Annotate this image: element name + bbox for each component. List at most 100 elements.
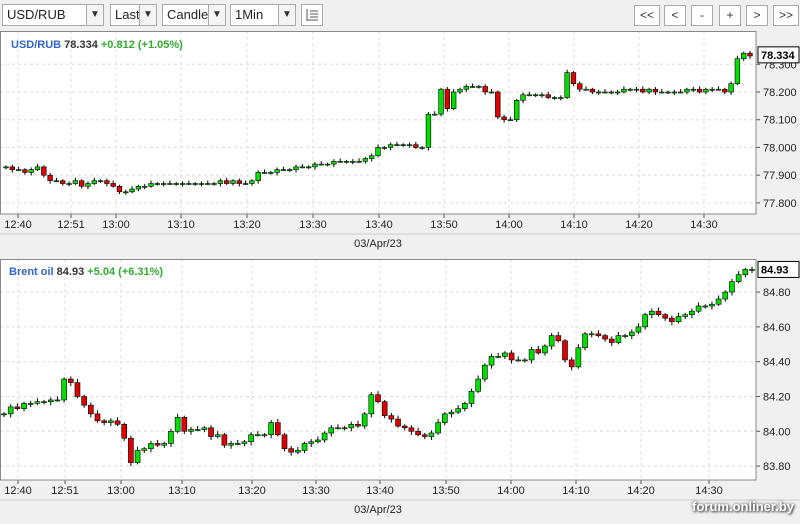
candle-body-up (728, 83, 734, 93)
candle-body-up (368, 394, 375, 415)
candle-body-up (129, 188, 135, 193)
candle-body-up (400, 144, 406, 146)
candle-body-up (335, 427, 341, 430)
candle-body-up (141, 448, 148, 451)
nav-prev-button[interactable]: < (664, 5, 686, 26)
candle-body-up (682, 314, 689, 317)
candle-body-up (628, 331, 635, 336)
candle (444, 87, 451, 112)
interval-select[interactable]: 1Min ▼ (230, 4, 296, 26)
candle-body-up (201, 427, 208, 430)
legend-symbol: USD/RUB (11, 39, 64, 51)
usdrub-chart[interactable]: 78.30078.20078.10078.00077.90077.80012:4… (0, 31, 800, 259)
candle-body-down (355, 424, 361, 427)
y-tick-label: 84.80 (763, 287, 791, 299)
candle-body-up (341, 427, 348, 430)
candle (61, 377, 67, 403)
candle-body-down (395, 418, 401, 427)
candle (575, 344, 582, 369)
candle (450, 89, 457, 111)
candle-body-up (488, 91, 495, 94)
candle-body-up (312, 163, 318, 168)
candle-body-down (608, 338, 615, 343)
nav-first-button[interactable]: << (634, 5, 660, 26)
y-tick-label: 83.80 (763, 461, 791, 473)
candle-body-up (387, 144, 394, 148)
chevron-down-icon: ▼ (86, 5, 103, 25)
x-tick-label: 14:20 (625, 219, 653, 231)
price-type-select[interactable]: Last ▼ (110, 4, 157, 26)
candle-body-up (428, 432, 435, 437)
candle-body-up (542, 345, 548, 354)
nav-next-button[interactable]: > (746, 5, 768, 26)
candle-body-down (655, 310, 662, 315)
candle-body-up (308, 441, 315, 444)
candle-body-down (408, 427, 415, 432)
candle-body-up (642, 314, 648, 328)
candle-body-up (462, 403, 468, 409)
candle-body-down (275, 422, 281, 436)
symbol-select[interactable]: USD/RUB ▼ (2, 4, 104, 26)
candle-body-up (268, 172, 274, 174)
zoom-in-button[interactable]: + (719, 5, 741, 26)
candle-body-up (457, 88, 463, 93)
candle-body-up (34, 401, 41, 404)
x-tick-label: 13:50 (432, 485, 460, 497)
x-tick-label: 13:00 (107, 485, 135, 497)
candle-body-up (734, 58, 741, 84)
candle-body-down (154, 443, 161, 446)
candle-body-up (635, 326, 642, 333)
price-type-value: Last (115, 7, 140, 22)
candle-body-down (669, 317, 675, 322)
brent-chart[interactable]: 84.80 84.60 84.40 84.20 84.00 83.80 12:40 12:51… (0, 259, 800, 523)
candle-body-down (128, 437, 134, 463)
zoom-out-button[interactable]: - (691, 5, 713, 26)
candle-body-up (268, 422, 274, 436)
chart-style-select[interactable]: Candle ▼ (162, 4, 226, 26)
candle (642, 312, 648, 330)
candle-body-up (66, 183, 72, 185)
candle-body-down (221, 434, 228, 446)
x-tick-label: 13:20 (233, 219, 261, 231)
candle-body-down (595, 333, 602, 336)
y-tick-label: 77.800 (763, 198, 797, 210)
candle-body-up (274, 169, 280, 173)
candle-body-down (236, 180, 242, 184)
candle-body-down (545, 94, 551, 98)
candle-body-up (596, 91, 602, 94)
candle-body-up (241, 441, 248, 444)
candle-body-down (577, 83, 583, 90)
legend-change: +0.812 (+1.05%) (101, 39, 183, 51)
candle-body-up (659, 91, 665, 94)
nav-last-button[interactable]: >> (773, 5, 799, 26)
candle-body-up (646, 88, 652, 93)
candle-body-up (53, 180, 60, 183)
x-tick-label: 12:51 (51, 485, 79, 497)
candle-body-down (747, 52, 753, 57)
candle-body-up (614, 91, 621, 94)
candle (121, 422, 128, 441)
candle-body-up (476, 86, 482, 88)
candle-body-up (709, 88, 715, 91)
candle-body-down (110, 183, 116, 187)
candle-body-up (468, 390, 475, 404)
x-tick-label: 13:40 (365, 219, 393, 231)
candle-body-up (735, 274, 742, 282)
candle-body-up (406, 144, 413, 146)
candle (425, 111, 432, 151)
last-price-label: 78.334 (761, 50, 796, 62)
candle-body-up (450, 91, 457, 109)
candle-body-down (381, 401, 388, 416)
candle-body-down (67, 378, 74, 383)
candle-body-up (588, 333, 595, 336)
chart-settings-button[interactable] (301, 4, 323, 26)
candle-body-up (108, 420, 114, 423)
candle-body-up (539, 94, 545, 97)
candle-body-up (173, 183, 179, 185)
candle-body-up (123, 191, 129, 194)
x-tick-label: 12:40 (4, 219, 32, 231)
candle-body-down (116, 185, 123, 193)
candle-body-up (608, 91, 614, 94)
x-tick-label: 14:20 (627, 485, 655, 497)
x-tick-label: 13:10 (167, 219, 195, 231)
